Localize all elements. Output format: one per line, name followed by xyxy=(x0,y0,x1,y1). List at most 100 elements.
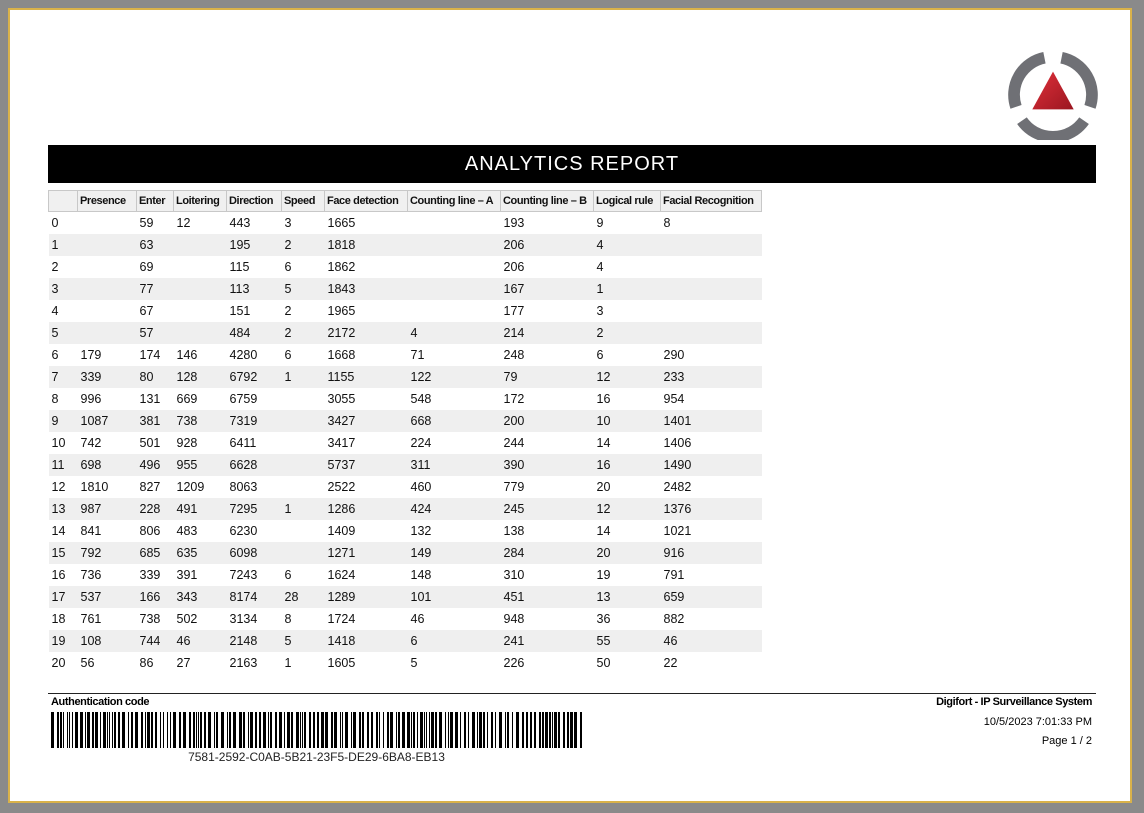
table-cell: 791 xyxy=(663,568,685,582)
barcode-bar xyxy=(57,712,59,748)
table-row: 3 77 113 5 1843 167 1 xyxy=(48,278,762,300)
table-cell xyxy=(660,278,762,300)
table-cell: 1 xyxy=(284,656,292,670)
table-cell: 3 xyxy=(284,216,292,230)
table-cell: 2 xyxy=(281,234,325,256)
barcode-bar xyxy=(580,712,582,748)
barcode-bar xyxy=(287,712,290,748)
table-row: 4 67 151 2 1965 177 3 xyxy=(49,300,762,322)
table-cell: 548 xyxy=(410,392,432,406)
table-cell: 496 xyxy=(136,454,174,476)
table-cell: 6 xyxy=(284,260,292,274)
barcode-bar xyxy=(505,712,506,748)
table-cell xyxy=(174,300,227,322)
table-cell: 5 xyxy=(281,630,325,652)
barcode-bar xyxy=(291,712,293,748)
barcode-bar xyxy=(189,712,191,748)
table-cell: 1843 xyxy=(324,278,408,300)
table-cell: 206 xyxy=(503,260,525,274)
table-cell: 2 xyxy=(281,322,325,344)
barcode-bar xyxy=(439,712,442,748)
table-cell: 50 xyxy=(596,656,611,670)
table-cell xyxy=(78,256,137,278)
table-cell: 1286 xyxy=(324,498,408,520)
table-cell: 738 xyxy=(173,410,227,432)
barcode-bar xyxy=(227,712,228,748)
table-cell: 343 xyxy=(173,586,227,608)
barcode-bar xyxy=(259,712,261,748)
table-cell: 6 xyxy=(51,348,59,362)
table-cell: 685 xyxy=(136,542,174,564)
table-cell: 8174 xyxy=(226,586,282,608)
table-cell: 16 xyxy=(596,392,611,406)
table-cell: 6 xyxy=(284,568,292,582)
barcode-bar xyxy=(270,712,272,748)
table-cell: 1401 xyxy=(660,410,762,432)
table-cell xyxy=(77,322,137,344)
barcode-bar xyxy=(300,712,301,748)
barcode-bar xyxy=(516,712,519,748)
table-cell: 9 xyxy=(596,216,604,230)
barcode-bar xyxy=(151,712,153,748)
table-cell: 1 xyxy=(281,498,325,520)
barcode-bar xyxy=(570,712,573,748)
barcode-bar xyxy=(362,712,364,748)
barcode-bar xyxy=(128,712,129,748)
table-cell: 1409 xyxy=(327,524,356,538)
table-cell: 14 xyxy=(51,524,66,538)
barcode-bar xyxy=(268,712,269,748)
table-cell: 3 xyxy=(596,304,604,318)
footer-divider xyxy=(48,693,1096,694)
barcode-bar xyxy=(204,712,206,748)
table-cell: 193 xyxy=(503,216,525,230)
table-row: 0 59 12 443 3 1665 193 9 8 xyxy=(49,212,762,235)
barcode-bar xyxy=(80,712,83,748)
column-header: Enter xyxy=(136,190,174,212)
table-row: 14 841 806 483 6230 1409 132 138 14 1021 xyxy=(49,520,762,542)
table-cell: 2148 xyxy=(226,630,282,652)
table-cell: 3055 xyxy=(327,392,356,406)
auth-barcode xyxy=(51,712,582,748)
report-title-banner: ANALYTICS REPORT xyxy=(48,145,1096,183)
barcode-bar xyxy=(250,712,253,748)
table-cell: 1289 xyxy=(324,586,408,608)
report-title: ANALYTICS REPORT xyxy=(464,152,680,175)
barcode-bar xyxy=(173,712,176,748)
table-cell: 1965 xyxy=(327,304,356,318)
barcode-bar xyxy=(417,712,418,748)
table-cell: 12 xyxy=(51,480,66,494)
table-cell: 827 xyxy=(139,480,161,494)
table-cell: 1624 xyxy=(327,568,356,582)
table-cell: 128 xyxy=(173,366,227,388)
barcode-bar xyxy=(196,712,197,748)
table-cell xyxy=(661,300,762,322)
table-cell: 195 xyxy=(226,234,282,256)
barcode-bar xyxy=(522,712,524,748)
table-row: 7 339 80 128 6792 1 1155 122 79 12 233 xyxy=(48,366,762,388)
barcode-bar xyxy=(574,712,577,748)
barcode-bar xyxy=(317,712,319,748)
table-cell: 290 xyxy=(663,348,685,362)
barcode-bar xyxy=(170,712,171,748)
table-cell: 284 xyxy=(500,542,594,564)
table-cell: 501 xyxy=(139,436,161,450)
table-cell xyxy=(173,278,227,300)
table-cell xyxy=(77,278,137,300)
table-cell: 77 xyxy=(136,278,174,300)
barcode-bar xyxy=(85,712,86,748)
table-cell: 761 xyxy=(80,612,102,626)
table-cell: 122 xyxy=(407,366,501,388)
table-cell xyxy=(78,212,137,235)
table-cell: 115 xyxy=(229,260,250,274)
table-cell: 391 xyxy=(176,568,198,582)
table-cell: 310 xyxy=(503,568,525,582)
barcode-bar xyxy=(429,712,430,748)
barcode-bar xyxy=(367,712,369,748)
barcode-bar xyxy=(448,712,449,748)
barcode-bar xyxy=(450,712,453,748)
table-cell: 5 xyxy=(410,656,418,670)
table-cell: 659 xyxy=(660,586,762,608)
table-row: 10 742 501 928 6411 3417 224 244 14 1406 xyxy=(49,432,762,454)
table-cell: 46 xyxy=(660,630,762,652)
table-cell: 1810 xyxy=(80,480,109,494)
